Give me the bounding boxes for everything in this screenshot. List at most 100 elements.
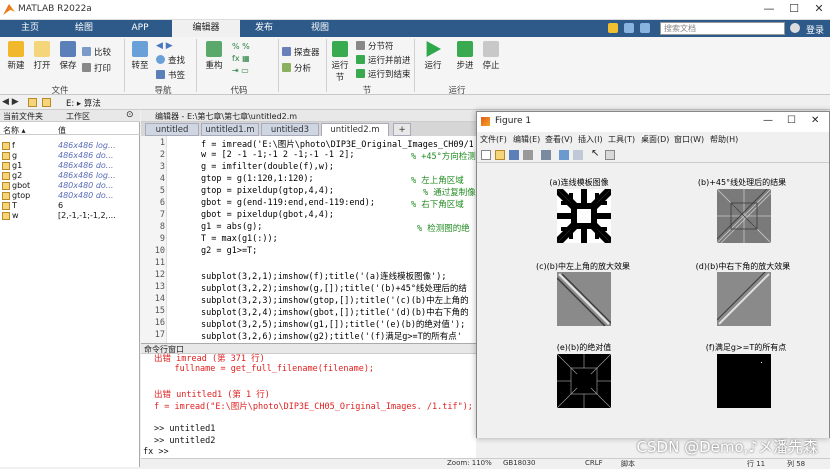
variable-row[interactable]: g2 486x486 log...	[0, 171, 140, 181]
panel-menu-icon[interactable]: ⊙	[126, 110, 134, 120]
code-line[interactable]: subplot(3,2,5);imshow(g1,[]);title('(e)(…	[201, 318, 473, 330]
column-name[interactable]: 名称 ▴	[3, 125, 26, 136]
redo-icon[interactable]	[640, 23, 650, 33]
code-line[interactable]: g2 = g1>=T;	[201, 246, 473, 256]
command-prompt[interactable]: fx >>	[143, 447, 169, 457]
editor-tab[interactable]: untitled1.m	[201, 123, 259, 136]
code-line[interactable]: subplot(3,2,1);imshow(f);title('(a)连线模板图…	[201, 270, 473, 282]
run-to-end-button[interactable]: 运行到结束	[356, 69, 411, 81]
variable-row[interactable]: g 486x486 do...	[0, 151, 140, 161]
tab-editor[interactable]: 编辑器	[172, 20, 240, 37]
back-forward-icon[interactable]: ◀ ▶	[156, 41, 182, 51]
variable-row[interactable]: gtop 480x480 do...	[0, 191, 140, 201]
step-button[interactable]: 步进	[452, 41, 478, 71]
find-button[interactable]: 查找	[156, 55, 185, 67]
save-icon[interactable]	[608, 23, 618, 33]
print-button[interactable]: 打印	[82, 63, 111, 75]
menu-tools[interactable]: 工具(T)	[608, 134, 635, 145]
menu-window[interactable]: 窗口(W)	[674, 134, 704, 145]
refactor-button[interactable]: 重构	[202, 41, 226, 71]
code-line[interactable]: gbot = pixeldup(gbot,4,4);	[201, 210, 473, 220]
run-section-button[interactable]: 运行节	[328, 41, 352, 83]
figure-canvas[interactable]: (a)连线模板图像 (b)+45°线处理后的结果 (c)(b)中左上角的放大效果…	[477, 164, 829, 438]
error-line[interactable]: 出错 imread (第 371 行)	[154, 352, 265, 364]
figure-window[interactable]: Figure 1 — ☐ ✕ 文件(F) 编辑(E) 查看(V) 插入(I) 工…	[476, 111, 830, 438]
run-advance-button[interactable]: 运行并前进	[356, 55, 411, 67]
maximize-button[interactable]: ☐	[785, 2, 803, 15]
code-tools-icons[interactable]: % % fx ▦ ⇥ ▭	[232, 41, 272, 77]
link-icon[interactable]	[541, 150, 551, 160]
code-line[interactable]: subplot(3,2,3);imshow(gtop,[]);title('(c…	[201, 294, 473, 306]
editor-tab[interactable]: untitled3	[261, 123, 319, 136]
close-button[interactable]: ✕	[810, 2, 828, 15]
run-button[interactable]: 运行	[420, 41, 446, 71]
title-bar: MATLAB R2022a — ☐ ✕	[0, 0, 830, 20]
undo-icon[interactable]	[624, 23, 634, 33]
error-line[interactable]: 出错 untitled1 (第 1 行)	[154, 388, 270, 400]
code-line[interactable]: f = imread('E:\图片\photo\DIP3E_Original_I…	[201, 138, 473, 150]
editor-tab-active[interactable]: untitled2.m	[321, 123, 389, 136]
current-folder-title[interactable]: 当前文件夹	[3, 111, 43, 122]
figure-maximize-button[interactable]: ☐	[787, 115, 796, 126]
save-button[interactable]: 保存	[56, 41, 80, 71]
tab-publish[interactable]: 发布	[242, 20, 286, 37]
command-window[interactable]: 出错 imread (第 371 行) fullname = get_full_…	[141, 354, 476, 458]
folder-up-icon[interactable]	[42, 98, 51, 107]
line-number: 8	[159, 222, 165, 232]
code-line[interactable]: subplot(3,2,2);imshow(g,[]);title('(b)+4…	[201, 282, 473, 294]
variable-row[interactable]: g1 486x486 do...	[0, 161, 140, 171]
bookmark-button[interactable]: 书签	[156, 70, 185, 82]
nav-arrows-icon[interactable]: ◀ ▶	[2, 97, 19, 107]
workspace-title[interactable]: 工作区	[66, 111, 90, 122]
search-input[interactable]: 搜索文档	[660, 22, 785, 35]
column-value[interactable]: 值	[58, 125, 66, 136]
open-file-icon[interactable]	[495, 150, 505, 160]
code-line[interactable]: g = imfilter(double(f),w);	[201, 162, 473, 172]
help-icon[interactable]	[790, 23, 800, 33]
menu-view[interactable]: 查看(V)	[545, 134, 573, 145]
analyze-button[interactable]: 分析	[282, 63, 311, 75]
error-line: fullname = get_full_filename(filename);	[154, 364, 375, 374]
variable-row[interactable]: w [2,-1,-1;-1,2,...	[0, 211, 140, 221]
tab-plots[interactable]: 绘图	[62, 20, 106, 37]
goto-button[interactable]: 转至	[128, 41, 152, 71]
path-breadcrumb[interactable]: E: ▸ 算法	[66, 97, 101, 109]
menu-edit[interactable]: 编辑(E)	[513, 134, 540, 145]
tab-apps[interactable]: APP	[118, 20, 162, 37]
new-figure-icon[interactable]	[481, 150, 491, 160]
colorbar-icon[interactable]	[559, 150, 569, 160]
minimize-button[interactable]: —	[760, 2, 778, 15]
variable-row[interactable]: gbot 480x480 do...	[0, 181, 140, 191]
menu-desktop[interactable]: 桌面(D)	[641, 134, 669, 145]
menu-file[interactable]: 文件(F)	[480, 134, 507, 145]
tab-home[interactable]: 主页	[8, 20, 52, 37]
code-line[interactable]: subplot(3,2,4);imshow(gbot,[]);title('(d…	[201, 306, 473, 318]
property-editor-icon[interactable]	[605, 150, 615, 160]
menu-insert[interactable]: 插入(I)	[578, 134, 603, 145]
group-label-code: 代码	[230, 86, 248, 96]
menu-help[interactable]: 帮助(H)	[710, 134, 738, 145]
new-button[interactable]: 新建	[4, 41, 28, 71]
variable-row[interactable]: T6	[0, 201, 140, 211]
figure-close-button[interactable]: ✕	[811, 115, 819, 126]
editor-tab[interactable]: untitled	[145, 123, 199, 136]
legend-icon[interactable]	[573, 150, 583, 160]
login-link[interactable]: 登录	[806, 23, 824, 36]
stop-button[interactable]: 停止	[478, 41, 504, 71]
save-figure-icon[interactable]	[509, 150, 519, 160]
code-editor[interactable]: 1 2 3 4 5 6 7 8 9 10 11 12 13 14 15 16 1…	[141, 136, 484, 343]
print-figure-icon[interactable]	[523, 150, 533, 160]
compare-button[interactable]: 比较	[82, 47, 111, 59]
subplot-title: (f)满足g>=T的所有点	[705, 343, 787, 352]
new-tab-button[interactable]: +	[393, 123, 411, 136]
open-button[interactable]: 打开	[30, 41, 54, 71]
section-break-button[interactable]: 分节符	[356, 41, 394, 53]
detector-button[interactable]: 探查器	[282, 47, 320, 59]
variable-row[interactable]: f 486x486 log...	[0, 141, 140, 151]
tab-view[interactable]: 视图	[298, 20, 342, 37]
pointer-icon[interactable]: ↖	[591, 148, 599, 159]
code-line[interactable]: T = max(g1(:));	[201, 234, 473, 244]
folder-icon[interactable]	[28, 98, 37, 107]
figure-minimize-button[interactable]: —	[763, 115, 773, 126]
code-line[interactable]: subplot(3,2,6);imshow(g2);title('(f)满足g>…	[201, 330, 473, 342]
